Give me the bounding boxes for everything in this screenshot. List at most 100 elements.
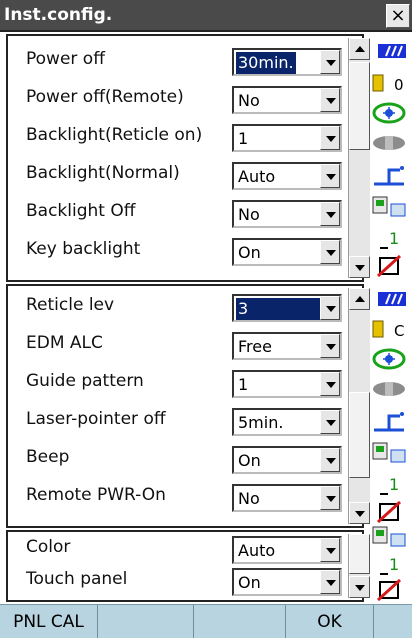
dropdown-arrow-icon[interactable] <box>320 202 340 226</box>
dropdown-arrow-icon[interactable] <box>320 448 340 472</box>
softkey-5[interactable] <box>374 605 412 638</box>
dropdown-arrow-icon[interactable] <box>320 88 340 112</box>
channel-icon[interactable]: 1 <box>370 226 408 252</box>
interface-icon[interactable] <box>370 194 408 220</box>
dropdown-arrow-icon[interactable] <box>320 126 340 150</box>
softkey-2[interactable] <box>98 605 194 638</box>
signal-icon[interactable] <box>370 38 408 64</box>
color-select[interactable]: Auto <box>232 536 342 564</box>
dropdown-arrow-icon[interactable] <box>320 296 340 320</box>
dropdown-arrow-icon[interactable] <box>320 240 340 264</box>
backlight-normal-select[interactable]: Auto <box>232 162 342 190</box>
panel-frame: Power off 30min. Power off(Remote) No Ba… <box>6 34 370 282</box>
laser-plummet-icon[interactable] <box>370 162 408 188</box>
row-key-backlight: Key backlight On <box>26 234 346 268</box>
setting-label: Guide pattern <box>26 371 144 391</box>
interface-icon[interactable] <box>370 524 408 550</box>
reticle-lev-select[interactable]: 3 <box>232 294 342 322</box>
key-backlight-select[interactable]: On <box>232 238 342 266</box>
panel-frame: Reticle lev 3 EDM ALC Free Guide pattern… <box>6 284 370 528</box>
battery-icon[interactable]: C <box>370 316 408 342</box>
backlight-reticle-select[interactable]: 1 <box>232 124 342 152</box>
row-color: Color Auto <box>26 532 346 566</box>
dropdown-arrow-icon[interactable] <box>320 334 340 358</box>
row-power-off: Power off 30min. <box>26 44 346 78</box>
setting-label: Remote PWR-On <box>26 485 166 505</box>
setting-label: Power off <box>26 49 105 69</box>
channel-icon[interactable]: 1 <box>370 552 408 578</box>
select-value: Auto <box>238 541 276 560</box>
select-value: 1 <box>238 129 249 148</box>
channel-number: 1 <box>389 475 399 494</box>
row-backlight-normal: Backlight(Normal) Auto <box>26 158 346 192</box>
memo-icon[interactable] <box>370 576 408 602</box>
backlight-off-select[interactable]: No <box>232 200 342 228</box>
select-value: 1 <box>238 375 249 394</box>
select-value: Auto <box>238 167 276 186</box>
dropdown-arrow-icon[interactable] <box>320 538 340 562</box>
dropdown-arrow-icon[interactable] <box>320 570 340 594</box>
setting-label: Laser-pointer off <box>26 409 166 429</box>
row-reticle-lev: Reticle lev 3 <box>26 290 346 324</box>
channel-number: 1 <box>389 229 399 248</box>
interface-icon[interactable] <box>370 440 408 466</box>
laser-pointer-off-select[interactable]: 5min. <box>232 408 342 436</box>
memo-icon[interactable] <box>370 498 408 524</box>
setting-label: Beep <box>26 447 70 467</box>
select-value: On <box>238 451 261 470</box>
row-power-off-remote: Power off(Remote) No <box>26 82 346 116</box>
row-backlight-reticle: Backlight(Reticle on) 1 <box>26 120 346 154</box>
power-off-remote-select[interactable]: No <box>232 86 342 114</box>
battery-icon[interactable]: 0 <box>370 70 408 96</box>
signal-icon[interactable] <box>370 286 408 312</box>
row-touch-panel: Touch panel On <box>26 564 346 598</box>
channel-number: 1 <box>389 555 399 574</box>
row-beep: Beep On <box>26 442 346 476</box>
power-off-select[interactable]: 30min. <box>232 48 342 76</box>
select-value: No <box>238 91 260 110</box>
target-icon[interactable] <box>370 100 408 126</box>
status-icon-strip: C 1 <box>366 284 412 528</box>
row-remote-pwr-on: Remote PWR-On No <box>26 480 346 514</box>
dropdown-arrow-icon[interactable] <box>320 410 340 434</box>
dropdown-arrow-icon[interactable] <box>320 486 340 510</box>
setting-label: Key backlight <box>26 239 141 259</box>
window-title: Inst.config. <box>4 5 113 25</box>
setting-label: Power off(Remote) <box>26 87 184 107</box>
memo-icon[interactable] <box>370 252 408 278</box>
status-icon-strip: 0 1 <box>366 34 412 282</box>
select-value: 30min. <box>236 52 296 74</box>
dropdown-arrow-icon[interactable] <box>320 164 340 188</box>
laser-plummet-icon[interactable] <box>370 408 408 434</box>
close-button[interactable]: × <box>386 4 410 28</box>
dropdown-arrow-icon[interactable] <box>320 372 340 396</box>
settings-panel-2: Reticle lev 3 EDM ALC Free Guide pattern… <box>0 284 412 528</box>
pnl-cal-button[interactable]: PNL CAL <box>0 605 98 638</box>
setting-label: Touch panel <box>26 569 128 589</box>
prism-icon[interactable] <box>370 130 408 156</box>
target-icon[interactable] <box>370 346 408 372</box>
select-value: 3 <box>236 298 320 320</box>
select-value: No <box>238 205 260 224</box>
channel-icon[interactable]: 1 <box>370 472 408 498</box>
select-value: Free <box>238 337 272 356</box>
setting-label: Backlight(Reticle on) <box>26 125 203 145</box>
touch-panel-select[interactable]: On <box>232 568 342 596</box>
row-edm-alc: EDM ALC Free <box>26 328 346 362</box>
remote-pwr-on-select[interactable]: No <box>232 484 342 512</box>
title-bar: Inst.config. × <box>0 0 412 32</box>
status-icon-strip: 1 <box>366 526 412 602</box>
settings-panel-1: Power off 30min. Power off(Remote) No Ba… <box>0 34 412 282</box>
panel-frame: Color Auto Touch panel On <box>6 530 370 602</box>
row-laser-pointer-off: Laser-pointer off 5min. <box>26 404 346 438</box>
prism-icon[interactable] <box>370 376 408 402</box>
setting-label: Color <box>26 537 71 557</box>
guide-pattern-select[interactable]: 1 <box>232 370 342 398</box>
dropdown-arrow-icon[interactable] <box>320 50 340 74</box>
battery-text: 0 <box>394 76 404 94</box>
battery-text: C <box>394 322 404 340</box>
beep-select[interactable]: On <box>232 446 342 474</box>
edm-alc-select[interactable]: Free <box>232 332 342 360</box>
ok-button[interactable]: OK <box>286 605 374 638</box>
softkey-3[interactable] <box>194 605 286 638</box>
